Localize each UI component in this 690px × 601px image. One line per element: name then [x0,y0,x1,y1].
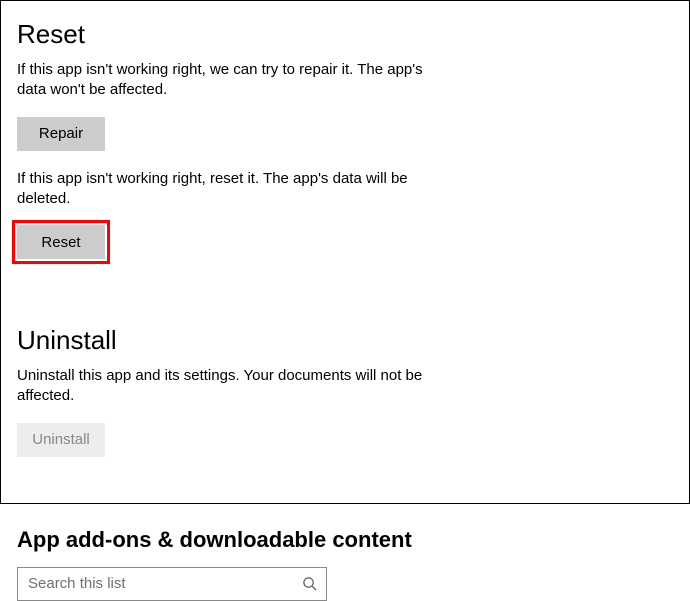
search-icon [292,567,326,601]
repair-button[interactable]: Repair [17,117,105,151]
reset-description: If this app isn't working right, reset i… [17,169,447,210]
addons-search-box[interactable] [17,567,327,601]
uninstall-heading: Uninstall [17,325,673,356]
addons-heading: App add-ons & downloadable content [17,527,673,553]
reset-button[interactable]: Reset [17,225,105,259]
uninstall-button[interactable]: Uninstall [17,423,105,457]
search-input[interactable] [18,568,292,600]
repair-description: If this app isn't working right, we can … [17,60,447,101]
uninstall-description: Uninstall this app and its settings. You… [17,366,447,407]
reset-heading: Reset [17,19,673,50]
